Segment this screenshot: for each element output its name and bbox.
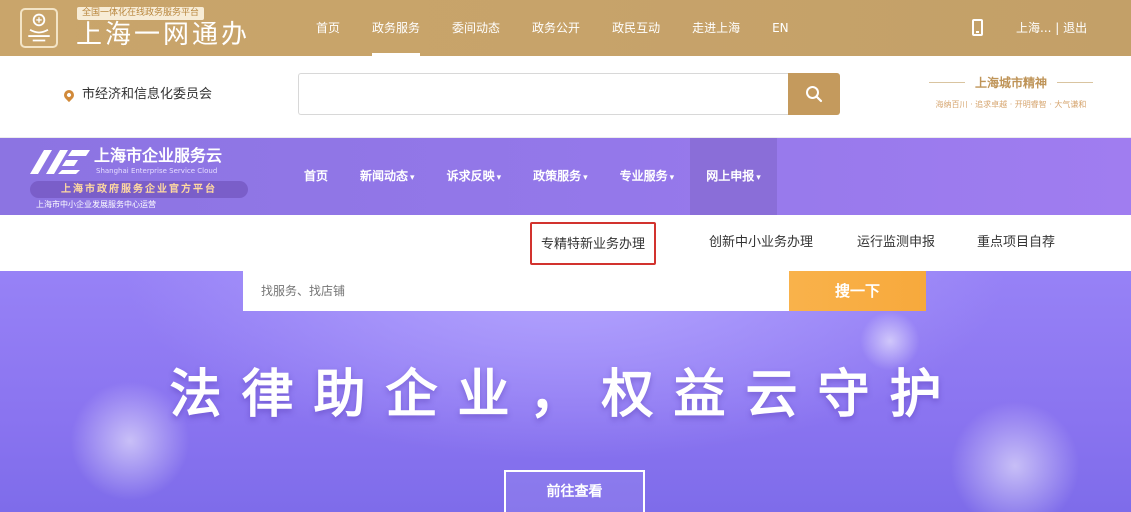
- ent-nav-label: 专业服务: [619, 169, 668, 183]
- gov-nav-committee-news[interactable]: 委间动态: [436, 0, 516, 56]
- ent-nav-home[interactable]: 首页: [288, 138, 344, 215]
- ent-nav-news[interactable]: 新闻动态 ▾: [344, 138, 431, 215]
- submenu-key-project-recommend[interactable]: 重点项目自荐: [977, 215, 1055, 271]
- gov-nav-gov-affairs-open[interactable]: 政务公开: [516, 0, 596, 56]
- enterprise-nav: 首页 新闻动态 ▾ 诉求反映 ▾ 政策服务 ▾ 专业服务 ▾ 网上申报 ▾: [288, 138, 777, 215]
- ent-nav-label: 诉求反映: [446, 169, 495, 183]
- gov-nav-english[interactable]: EN: [756, 0, 805, 56]
- enterprise-cloud-name-en: Shanghai Enterprise Service Cloud: [96, 167, 218, 175]
- portal-search-input[interactable]: [298, 73, 788, 115]
- official-platform-badge: 上海市政府服务企业官方平台: [30, 181, 248, 198]
- platform-tagline: 全国一体化在线政务服务平台: [77, 7, 205, 20]
- gov-top-nav: 首页 政务服务 委间动态 政务公开 政民互动 走进上海 EN: [300, 0, 805, 56]
- city-spirit-title: 上海城市精神: [974, 76, 1047, 90]
- portal-search-button[interactable]: [788, 73, 840, 115]
- submenu-operation-monitoring[interactable]: 运行监测申报: [857, 215, 935, 271]
- gov-portal-header: 全国一体化在线政务服务平台 上海一网通办 首页 政务服务 委间动态 政务公开 政…: [0, 0, 1131, 56]
- city-spirit-slogan: 上海城市精神 海纳百川 · 追求卓越 · 开明睿智 · 大气谦和: [896, 74, 1126, 110]
- hero-title: 法律助企业，权益云守护: [169, 365, 962, 425]
- ent-nav-online-declaration[interactable]: 网上申报 ▾: [690, 138, 777, 215]
- ent-nav-label: 新闻动态: [360, 169, 409, 183]
- ent-nav-label: 首页: [304, 169, 329, 183]
- search-row: 市经济和信息化委员会 上海城市精神 海纳百川 · 追求卓越 · 开明睿智 · 大…: [0, 56, 1131, 138]
- gov-nav-gov-services[interactable]: 政务服务: [356, 0, 436, 56]
- divider: [928, 82, 965, 83]
- page-root: 全国一体化在线政务服务平台 上海一网通办 首页 政务服务 委间动态 政务公开 政…: [0, 0, 1131, 512]
- gov-nav-home[interactable]: 首页: [300, 0, 356, 56]
- enterprise-cloud-name[interactable]: 上海市企业服务云: [94, 146, 222, 166]
- ent-nav-policy-services[interactable]: 政策服务 ▾: [517, 138, 604, 215]
- divider: [1057, 82, 1093, 83]
- logo-glyph: [28, 13, 50, 42]
- hero-search-box: [243, 271, 789, 311]
- ent-nav-label: 网上申报: [706, 169, 755, 183]
- yiwangtongban-logo-icon[interactable]: [20, 8, 58, 48]
- hero-search-button[interactable]: 搜一下: [789, 271, 926, 311]
- dropdown-caret-icon: ▾: [756, 173, 761, 183]
- ent-nav-professional-services[interactable]: 专业服务 ▾: [604, 138, 691, 215]
- submenu-specialized-new-business[interactable]: 专精特新业务办理: [530, 222, 657, 265]
- hero-search-input[interactable]: [243, 271, 789, 311]
- location-pin-icon: [61, 87, 77, 103]
- hero-banner: 搜一下 法律助企业，权益云守护 前往查看: [0, 271, 1131, 512]
- portal-brand-title[interactable]: 上海一网通办: [76, 20, 250, 50]
- city-spirit-values: 海纳百川 · 追求卓越 · 开明睿智 · 大气谦和: [935, 100, 1087, 109]
- decorative-glow: [860, 311, 920, 371]
- view-now-button[interactable]: 前往查看: [504, 470, 645, 512]
- gov-nav-about-shanghai[interactable]: 走进上海: [676, 0, 756, 56]
- online-declaration-submenu: 专精特新业务办理 创新中小业务办理 运行监测申报 重点项目自荐: [0, 215, 1131, 271]
- enterprise-cloud-header: 上海市企业服务云 Shanghai Enterprise Service Clo…: [0, 138, 1131, 215]
- enterprise-cloud-logo-icon[interactable]: [22, 148, 92, 176]
- search-icon: [806, 86, 823, 103]
- submenu-innovative-sme-business[interactable]: 创新中小业务办理: [709, 215, 813, 271]
- dropdown-caret-icon: ▾: [669, 173, 675, 183]
- gov-nav-interaction[interactable]: 政民互动: [596, 0, 676, 56]
- dropdown-caret-icon: ▾: [583, 173, 588, 183]
- ent-nav-label: 政策服务: [533, 169, 582, 183]
- ent-nav-appeals[interactable]: 诉求反映 ▾: [431, 138, 518, 215]
- current-department[interactable]: 市经济和信息化委员会: [82, 86, 212, 104]
- mobile-phone-icon[interactable]: [972, 19, 983, 36]
- dropdown-caret-icon: ▾: [496, 173, 502, 183]
- dropdown-caret-icon: ▾: [410, 173, 415, 183]
- user-logout-link[interactable]: 上海... | 退出: [1016, 0, 1087, 56]
- operator-note: 上海市中小企业发展服务中心运营: [36, 200, 156, 209]
